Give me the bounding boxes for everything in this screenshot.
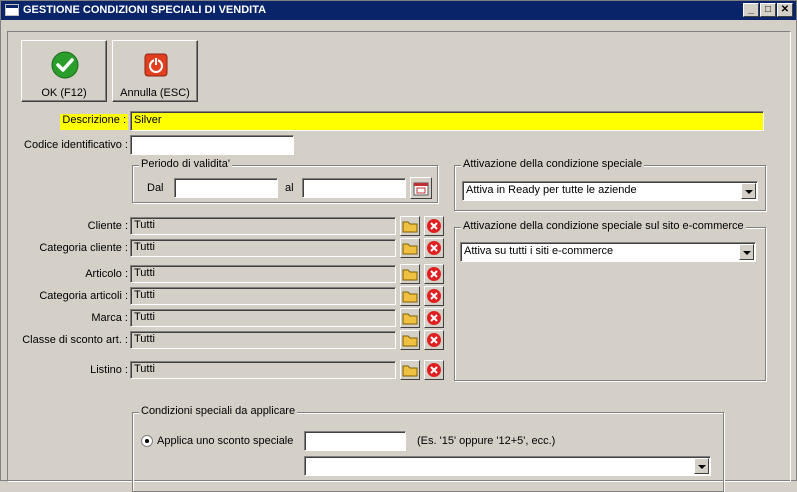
condizioni-select[interactable]	[304, 456, 711, 476]
attivazione-title: Attivazione della condizione speciale	[461, 158, 645, 170]
chevron-down-icon[interactable]	[694, 458, 709, 474]
clear-button[interactable]	[424, 330, 444, 350]
clear-button[interactable]	[424, 238, 444, 258]
delete-icon	[427, 311, 441, 325]
al-date-input[interactable]	[302, 178, 406, 198]
attivazione-group: Attivazione della condizione speciale At…	[454, 158, 766, 211]
ecommerce-select[interactable]: Attiva su tutti i siti e-commerce	[460, 242, 756, 262]
browse-button[interactable]	[400, 216, 420, 236]
filter-label: Categoria cliente :	[39, 242, 128, 254]
delete-icon	[427, 241, 441, 255]
descrizione-input[interactable]: Silver	[130, 111, 764, 131]
codice-input[interactable]	[130, 135, 294, 155]
sconto-hint: (Es. '15' oppure '12+5', ecc.)	[417, 435, 556, 447]
ecommerce-group: Attivazione della condizione speciale su…	[454, 220, 766, 381]
delete-icon	[427, 219, 441, 233]
browse-button[interactable]	[400, 330, 420, 350]
filter-label: Articolo :	[85, 268, 128, 280]
sconto-input[interactable]	[304, 431, 406, 451]
ok-button-label: OK (F12)	[41, 87, 87, 99]
descrizione-label: Descrizione :	[60, 114, 128, 130]
sconto-label: Applica uno sconto speciale	[157, 435, 294, 447]
dal-date-input[interactable]	[174, 178, 278, 198]
title-bar: GESTIONE CONDIZIONI SPECIALI DI VENDITA …	[1, 1, 796, 20]
filter-value: Tutti	[130, 309, 396, 327]
folder-icon	[402, 221, 418, 233]
filter-value: Tutti	[130, 239, 396, 257]
browse-button[interactable]	[400, 286, 420, 306]
folder-icon	[402, 269, 418, 281]
periodo-group: Periodo di validita' Dal al	[132, 158, 438, 203]
calendar-icon	[413, 182, 429, 196]
ecommerce-value: Attiva su tutti i siti e-commerce	[464, 245, 614, 257]
clear-button[interactable]	[424, 308, 444, 328]
filter-value: Tutti	[130, 217, 396, 235]
minimize-button[interactable]: _	[743, 3, 759, 17]
cancel-button[interactable]: Annulla (ESC)	[112, 40, 198, 102]
filter-value: Tutti	[130, 361, 396, 379]
clear-button[interactable]	[424, 216, 444, 236]
power-icon	[144, 53, 168, 77]
condizioni-title: Condizioni speciali da applicare	[139, 405, 298, 417]
codice-label: Codice identificativo :	[24, 139, 128, 151]
chevron-down-icon[interactable]	[739, 244, 754, 260]
form-panel: OK (F12) Annulla (ESC) Descrizione : Sil…	[7, 31, 791, 492]
clear-button[interactable]	[424, 286, 444, 306]
ecommerce-title: Attivazione della condizione speciale su…	[461, 220, 746, 232]
sconto-radio[interactable]	[141, 435, 153, 447]
condizioni-group: Condizioni speciali da applicare Applica…	[132, 405, 724, 492]
filter-label: Categoria articoli :	[39, 290, 128, 302]
browse-button[interactable]	[400, 238, 420, 258]
attivazione-value: Attiva in Ready per tutte le aziende	[466, 184, 637, 196]
browse-button[interactable]	[400, 360, 420, 380]
folder-icon	[402, 335, 418, 347]
delete-icon	[427, 333, 441, 347]
browse-button[interactable]	[400, 264, 420, 284]
filter-label: Listino :	[90, 364, 128, 376]
window-icon	[5, 4, 19, 16]
delete-icon	[427, 363, 441, 377]
filter-value: Tutti	[130, 331, 396, 349]
ok-button[interactable]: OK (F12)	[21, 40, 107, 102]
filter-label: Marca :	[91, 312, 128, 324]
dal-label: Dal	[147, 182, 164, 194]
filter-value: Tutti	[130, 265, 396, 283]
filter-label: Classe di sconto art. :	[22, 334, 128, 346]
maximize-button[interactable]: □	[760, 3, 776, 17]
close-button[interactable]: ✕	[777, 3, 793, 17]
main-window: GESTIONE CONDIZIONI SPECIALI DI VENDITA …	[0, 0, 797, 492]
delete-icon	[427, 267, 441, 281]
cancel-button-label: Annulla (ESC)	[120, 87, 190, 99]
checkmark-icon	[51, 51, 79, 79]
folder-icon	[402, 313, 418, 325]
folder-icon	[402, 365, 418, 377]
periodo-title: Periodo di validita'	[139, 158, 232, 170]
browse-button[interactable]	[400, 308, 420, 328]
calendar-button[interactable]	[410, 177, 432, 199]
folder-icon	[402, 291, 418, 303]
delete-icon	[427, 289, 441, 303]
chevron-down-icon[interactable]	[741, 183, 756, 199]
attivazione-select[interactable]: Attiva in Ready per tutte le aziende	[462, 181, 758, 201]
clear-button[interactable]	[424, 360, 444, 380]
clear-button[interactable]	[424, 264, 444, 284]
filter-value: Tutti	[130, 287, 396, 305]
folder-icon	[402, 243, 418, 255]
al-label: al	[285, 182, 294, 194]
window-title: GESTIONE CONDIZIONI SPECIALI DI VENDITA	[23, 4, 267, 16]
filter-label: Cliente :	[87, 220, 128, 232]
